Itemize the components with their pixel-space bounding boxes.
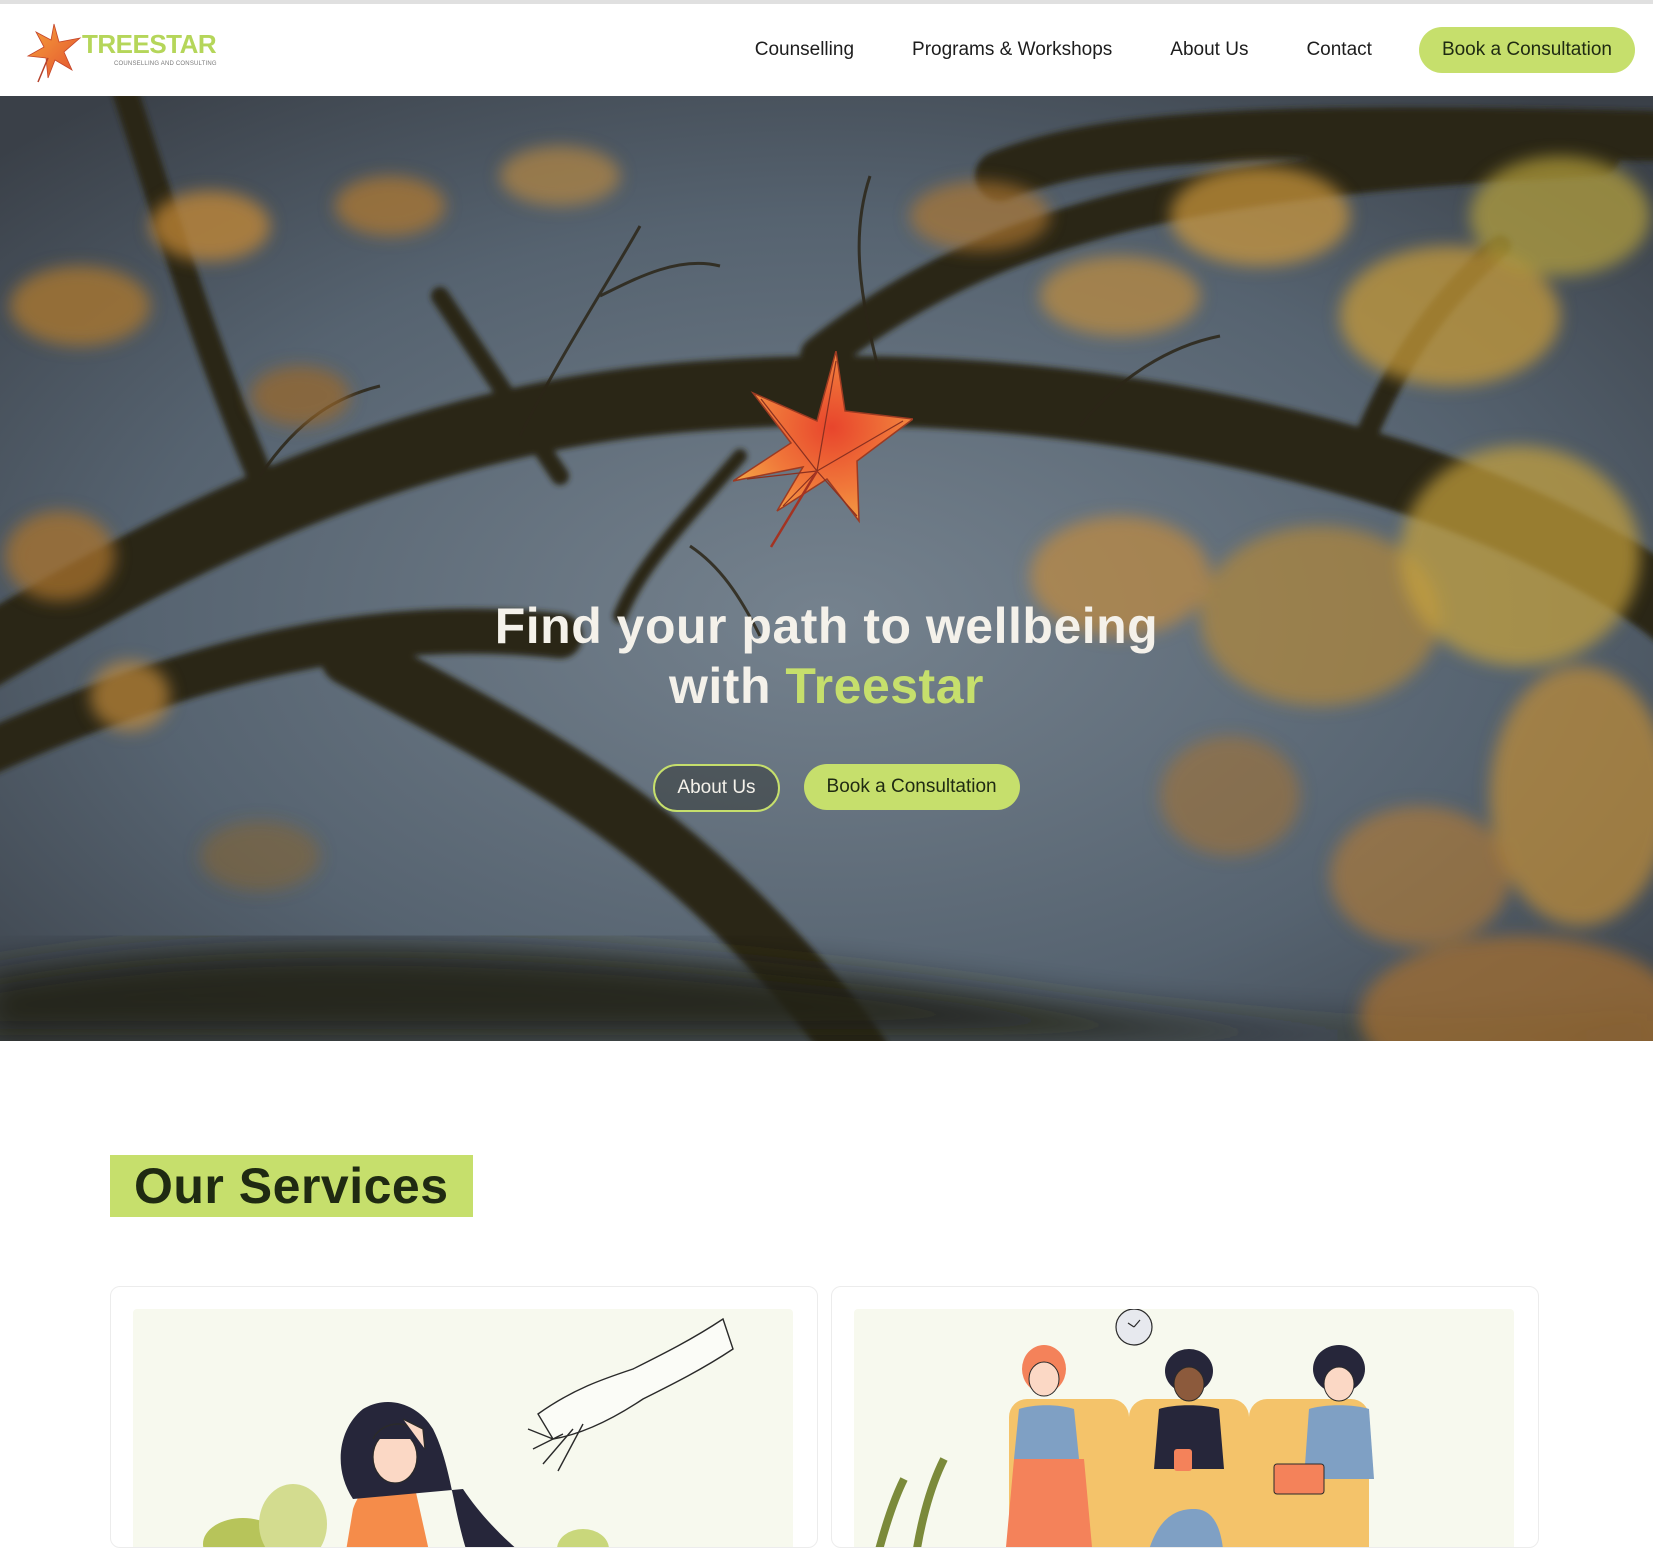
hero-heading: Find your path to wellbeing with Treesta… (0, 596, 1653, 716)
site-logo[interactable]: TREESTAR COUNSELLING AND CONSULTING (24, 20, 224, 84)
services-heading: Our Services (134, 1158, 449, 1214)
nav-item-counselling[interactable]: Counselling (755, 39, 854, 61)
service-card-illustration (854, 1309, 1514, 1547)
brand-tagline: COUNSELLING AND CONSULTING (114, 61, 217, 67)
services-heading-highlight: Our Services (110, 1155, 473, 1217)
site-header: TREESTAR COUNSELLING AND CONSULTING Coun… (0, 4, 1653, 96)
brand-wordmark: TREESTAR (82, 29, 217, 59)
hero-heading-accent: Treestar (785, 658, 984, 714)
hero-heading-line-2: with Treestar (0, 656, 1653, 716)
group-on-sofa-illustration (875, 1309, 1374, 1547)
maple-leaf-emblem-icon (733, 351, 913, 548)
maple-leaf-icon (26, 23, 82, 83)
nav-item-programs-workshops[interactable]: Programs & Workshops (912, 39, 1112, 61)
distressed-person-illustration (203, 1317, 734, 1547)
about-us-button[interactable]: About Us (653, 764, 780, 812)
hero-heading-line-1: Find your path to wellbeing (494, 598, 1159, 654)
book-consultation-button[interactable]: Book a Consultation (1418, 27, 1635, 73)
service-card-groups[interactable] (831, 1286, 1539, 1548)
main-nav: Counselling Programs & Workshops About U… (755, 26, 1635, 74)
service-card-counselling[interactable] (110, 1286, 818, 1548)
nav-item-contact[interactable]: Contact (1306, 39, 1371, 61)
nav-item-about-us[interactable]: About Us (1170, 39, 1248, 61)
hero-heading-prefix: with (669, 658, 786, 714)
hero-section: Find your path to wellbeing with Treesta… (0, 96, 1653, 1041)
hero-book-consultation-button[interactable]: Book a Consultation (803, 764, 1020, 810)
hero-actions: About Us Book a Consultation (0, 764, 1653, 812)
service-card-illustration (133, 1309, 793, 1547)
hero-background-image (0, 96, 1653, 1041)
